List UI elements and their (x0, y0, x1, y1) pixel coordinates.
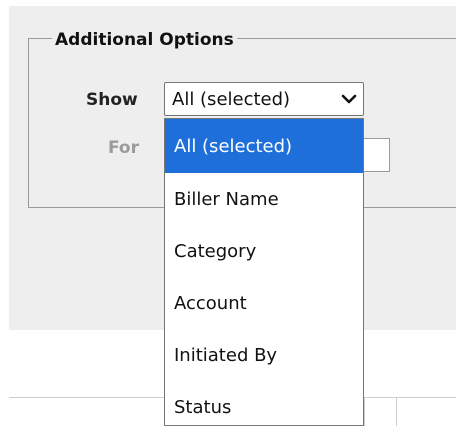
dropdown-option-status[interactable]: Status (165, 381, 363, 425)
show-select-value: All (selected) (172, 88, 291, 110)
dropdown-option-all[interactable]: All (selected) (165, 119, 363, 173)
dropdown-option-account[interactable]: Account (165, 277, 363, 329)
for-label: For (108, 138, 139, 158)
dropdown-option-initiated-by[interactable]: Initiated By (165, 329, 363, 381)
dropdown-option-category[interactable]: Category (165, 225, 363, 277)
dropdown-option-biller-name[interactable]: Biller Name (165, 173, 363, 225)
chevron-down-icon (341, 94, 357, 104)
show-select[interactable]: All (selected) (164, 82, 364, 116)
additional-options-legend: Additional Options (52, 30, 237, 50)
show-dropdown-list: All (selected) Biller Name Category Acco… (164, 118, 364, 426)
show-label: Show (86, 90, 138, 110)
table-column-divider (364, 397, 365, 426)
table-column-divider (396, 397, 397, 426)
